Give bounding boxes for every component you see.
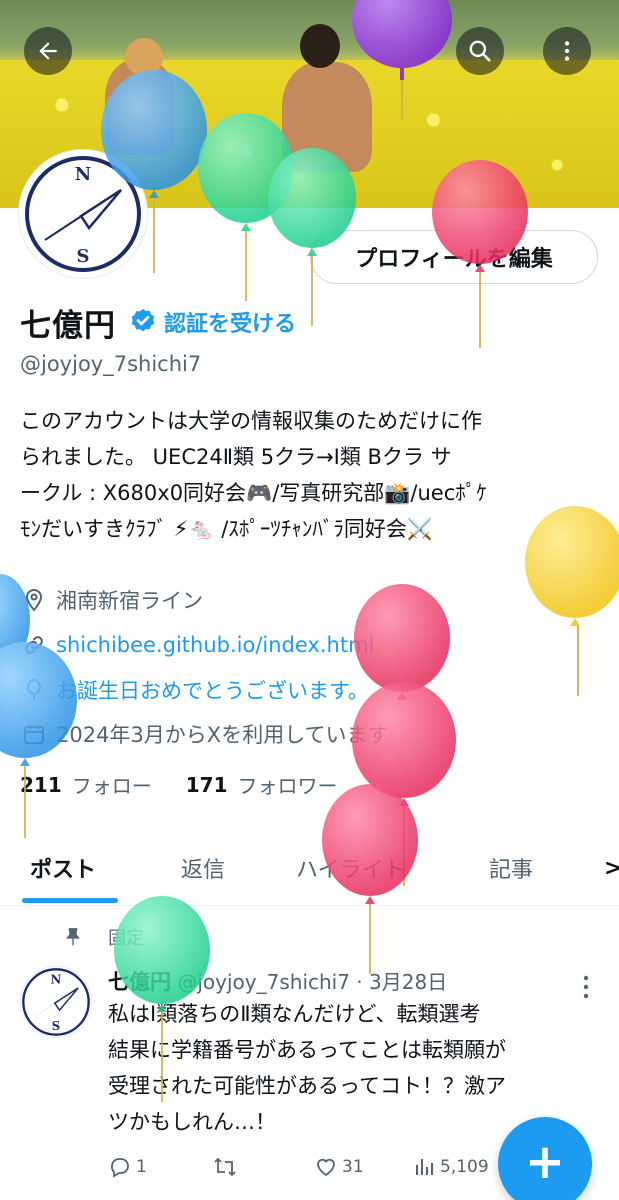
- location-text: 湘南新宿ライン: [56, 589, 203, 613]
- website-link[interactable]: shichibee.github.io/index.html: [56, 633, 374, 657]
- heart-icon: [317, 1158, 335, 1177]
- like-button[interactable]: 31: [314, 1150, 364, 1184]
- bio-line: ークル : X680x0同好会🎮/写真研究部📸/uecﾎﾟｹ: [20, 481, 487, 505]
- bio-line: ﾓﾝだいすきｸﾗﾌﾞ ⚡🐁 /ｽﾎﾟｰﾂﾁｬﾝﾊﾞﾗ同好会⚔️: [20, 517, 433, 541]
- follow-stats: 211 フォロー 171 フォロワー: [20, 770, 338, 799]
- repost-icon: [214, 1157, 236, 1177]
- compass-logo-icon: N S: [25, 156, 141, 272]
- reply-icon: [111, 1158, 129, 1178]
- joined-text: 2024年3月からXを利用しています: [56, 723, 389, 747]
- tab-articles[interactable]: 記事: [489, 830, 533, 906]
- search-button[interactable]: [456, 27, 504, 75]
- arrow-left-icon: [39, 42, 57, 60]
- banner-person-left-head: [125, 38, 163, 76]
- search-icon: [469, 40, 491, 62]
- svg-text:S: S: [52, 1019, 60, 1033]
- profile-tabs: ポスト 返信 ハイライト 記事 >: [0, 830, 619, 906]
- more-vertical-icon: [564, 41, 570, 61]
- get-verified-link[interactable]: 認証を受ける: [164, 306, 296, 338]
- reply-button[interactable]: 1: [108, 1150, 147, 1184]
- more-button[interactable]: [543, 27, 591, 75]
- svg-text:S: S: [77, 246, 90, 267]
- bio-line: られました。 UEC24Ⅱ類 5クラ→Ⅰ類 Bクラ サ: [20, 445, 452, 469]
- post-text-line: 私はⅠ類落ちのⅡ類なんだけど、転類選考: [108, 1002, 481, 1026]
- plus-icon: +: [524, 1134, 566, 1190]
- banner-person-right-head: [300, 24, 340, 68]
- followers-label: フォロワー: [237, 774, 338, 798]
- post-avatar[interactable]: N S: [20, 966, 92, 1038]
- compass-logo-icon: N S: [22, 968, 90, 1036]
- post-text-line: 結果に学籍番号があるってことは転類願が: [108, 1038, 506, 1062]
- pinned-label: 固定: [62, 924, 144, 950]
- birthday-text: お誕生日おめでとうございます。: [56, 679, 369, 703]
- location-pin-icon: [20, 586, 48, 614]
- profile-handle: @joyjoy_7shichi7: [20, 352, 202, 376]
- following-link[interactable]: 211 フォロー: [20, 770, 152, 799]
- profile-name-row: 七億円 認証を受ける: [20, 300, 296, 344]
- profile-website: shichibee.github.io/index.html: [20, 627, 580, 663]
- profile-location: 湘南新宿ライン: [20, 582, 580, 618]
- link-icon: [20, 631, 48, 659]
- bio-line: このアカウントは大学の情報収集のためだけに作: [20, 409, 482, 433]
- banner-person-right: [282, 62, 372, 172]
- profile-avatar[interactable]: N S: [19, 150, 147, 278]
- active-tab-indicator: [22, 898, 118, 903]
- post-text-line: 受理された可能性があるってコト！？激ア: [108, 1074, 506, 1098]
- post-handle-date: @joyjoy_7shichi7 · 3月28日: [177, 970, 448, 994]
- profile-bio: このアカウントは大学の情報収集のためだけに作 られました。 UEC24Ⅱ類 5ク…: [20, 403, 602, 547]
- following-count: 211: [20, 772, 62, 797]
- profile-birthday: お誕生日おめでとうございます。: [20, 672, 580, 708]
- followers-link[interactable]: 171 フォロワー: [186, 770, 338, 799]
- post-author[interactable]: 七億円: [108, 970, 171, 994]
- following-label: フォロー: [71, 774, 152, 798]
- pin-icon: [66, 928, 80, 946]
- followers-count: 171: [185, 772, 228, 797]
- profile-joined: 2024年3月からXを利用しています: [20, 716, 580, 752]
- views-button[interactable]: 5,109: [412, 1150, 489, 1184]
- tab-highlights[interactable]: ハイライト: [296, 830, 406, 906]
- repost-button[interactable]: [212, 1150, 242, 1184]
- svg-text:N: N: [51, 972, 62, 986]
- back-button[interactable]: [24, 27, 72, 75]
- reply-count: 1: [136, 1157, 147, 1177]
- views-count: 5,109: [440, 1157, 489, 1177]
- edit-profile-button[interactable]: プロフィールを編集: [310, 230, 598, 284]
- post-header: 七億円 @joyjoy_7shichi7 · 3月28日: [108, 966, 447, 996]
- compose-post-button[interactable]: +: [498, 1117, 592, 1200]
- calendar-icon: [20, 720, 48, 748]
- tab-posts[interactable]: ポスト: [30, 830, 96, 906]
- pinned-text: 固定: [108, 928, 144, 949]
- views-chart-icon: [416, 1159, 433, 1175]
- like-count: 31: [342, 1157, 364, 1177]
- svg-text:N: N: [75, 164, 91, 185]
- tab-replies[interactable]: 返信: [181, 830, 225, 906]
- balloon-icon: [20, 676, 48, 704]
- verified-badge-icon: [131, 308, 155, 332]
- profile-name: 七億円: [20, 307, 116, 344]
- tabs-scroll-right[interactable]: >: [604, 830, 619, 906]
